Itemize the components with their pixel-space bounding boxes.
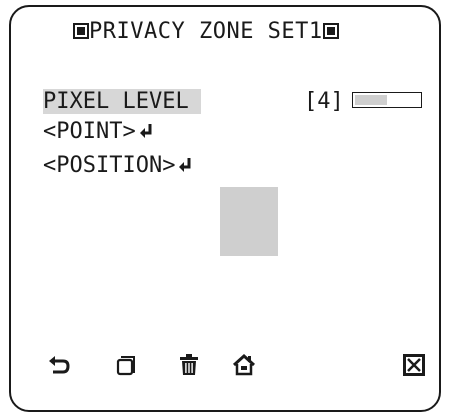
copy-icon[interactable]: [115, 353, 139, 377]
pixel-level-value: [4]: [304, 89, 344, 114]
back-icon[interactable]: [47, 353, 71, 377]
delete-icon[interactable]: [177, 353, 201, 377]
page-title: PRIVACY ZONE SET1: [73, 19, 339, 45]
menu-item-pixel-level[interactable]: PIXEL LEVEL: [43, 89, 201, 115]
pixel-level-bar[interactable]: [352, 92, 422, 108]
menu-item-label: <POINT>: [43, 119, 136, 144]
menu-item-position[interactable]: <POSITION>: [43, 153, 192, 179]
privacy-zone-preview[interactable]: [220, 187, 278, 256]
enter-icon: [139, 120, 153, 138]
menu-item-label: PIXEL LEVEL: [43, 89, 201, 114]
title-marker-right-icon: [322, 23, 339, 39]
home-icon[interactable]: [232, 353, 256, 377]
title-text: PRIVACY ZONE SET1: [89, 19, 323, 44]
title-marker-left-icon: [73, 23, 89, 39]
close-icon[interactable]: [402, 353, 426, 377]
pixel-level-bar-fill: [355, 95, 387, 105]
menu-item-label: <POSITION>: [43, 153, 176, 178]
enter-icon: [178, 154, 192, 172]
menu-item-point[interactable]: <POINT>: [43, 119, 153, 145]
